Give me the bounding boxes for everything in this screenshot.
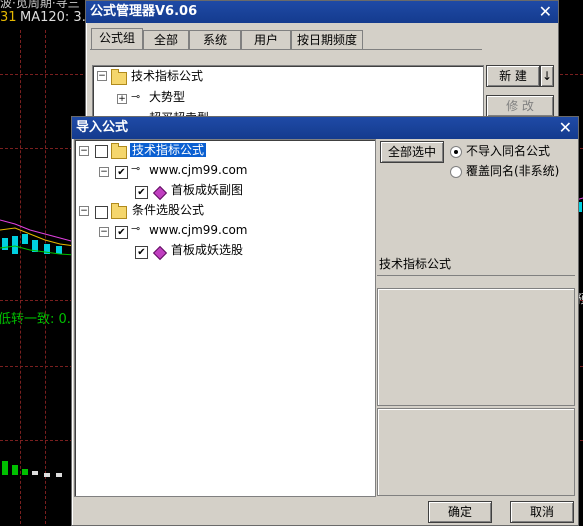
formula-manager-title: 公式管理器V6.06 (90, 4, 198, 19)
expand-toggle[interactable]: − (79, 146, 89, 156)
import-dialog-titlebar: 导入公式 ✕ (72, 117, 578, 139)
formula-manager-titlebar: 公式管理器V6.06 ✕ (86, 1, 558, 23)
indicator-label: 低转一致: 0.0 (0, 312, 80, 327)
import-formula-tree: − 技术指标公式 − ✔ ⊸ www.cjm99.com ✔ 首板成妖副图 − … (74, 139, 376, 497)
tab-all[interactable]: 全部 (143, 30, 189, 49)
volume-bars (2, 461, 62, 477)
cancel-button[interactable]: 取消 (510, 501, 574, 523)
chart-value-prefix: 31 (0, 10, 17, 25)
tree-item-first-board-screening[interactable]: 首板成妖选股 (171, 241, 243, 259)
expand-toggle[interactable]: − (99, 227, 109, 237)
tree-item-technical-indicators[interactable]: 技术指标公式 (130, 141, 207, 159)
description-panel (377, 288, 575, 406)
checkbox-technical-indicators[interactable] (95, 145, 108, 158)
expand-toggle[interactable]: − (99, 167, 109, 177)
tab-by-date-frequency[interactable]: 按日期频度 (291, 30, 363, 49)
tree-item-first-board-subchart[interactable]: 首板成妖副图 (171, 181, 243, 199)
tree-item-label: 技术指标公式 (130, 143, 207, 157)
checkbox-first-board-screening[interactable]: ✔ (135, 246, 148, 259)
price-candles (0, 219, 75, 256)
checkbox-first-board-subchart[interactable]: ✔ (135, 186, 148, 199)
folder-icon (111, 69, 127, 85)
radio-skip-duplicates[interactable] (450, 146, 462, 158)
tree-item-stock-screening[interactable]: 条件选股公式 (132, 201, 204, 219)
ma120-label: MA120: 3.9 (20, 10, 95, 25)
tab-system[interactable]: 系统 (189, 30, 241, 49)
radio-overwrite-duplicates-label[interactable]: 覆盖同名(非系统) (466, 162, 559, 180)
expand-toggle[interactable]: − (97, 71, 107, 81)
preview-panel (377, 408, 575, 496)
tree-item-cjm99-indicator[interactable]: www.cjm99.com (149, 161, 248, 179)
modify-button[interactable]: 修 改 (486, 95, 554, 117)
tree-item-cjm99-screening[interactable]: www.cjm99.com (149, 221, 248, 239)
new-dropdown-arrow-icon[interactable]: ↓ (540, 65, 554, 87)
key-icon: ⊸ (131, 162, 141, 175)
radio-overwrite-duplicates[interactable] (450, 166, 462, 178)
formula-manager-close-icon[interactable]: ✕ (539, 1, 552, 23)
new-button[interactable]: 新 建 (486, 65, 540, 87)
checkbox-stock-screening[interactable] (95, 206, 108, 219)
formula-manager-window: 公式管理器V6.06 ✕ 公式组 全部 系统 用户 按日期频度 − 技术指标公式… (85, 0, 559, 132)
checkbox-cjm99-indicator[interactable]: ✔ (115, 166, 128, 179)
folder-icon (111, 143, 127, 159)
tree-item-trend[interactable]: 大势型 (149, 88, 185, 106)
ok-button[interactable]: 确定 (428, 501, 492, 523)
formula-diamond-icon (152, 245, 168, 261)
description-label: 技术指标公式 (379, 257, 452, 271)
formula-diamond-icon (152, 185, 168, 201)
tree-item-technical-indicators[interactable]: 技术指标公式 (131, 67, 203, 85)
divider (377, 275, 575, 276)
expand-toggle[interactable]: − (79, 206, 89, 216)
folder-icon (111, 203, 127, 219)
radio-skip-duplicates-label[interactable]: 不导入同名公式 (466, 142, 550, 160)
checkbox-cjm99-screening[interactable]: ✔ (115, 226, 128, 239)
select-all-button[interactable]: 全部选中 (380, 141, 444, 163)
expand-toggle[interactable]: + (117, 94, 127, 104)
formula-manager-tabs: 公式组 全部 系统 用户 按日期频度 (91, 28, 486, 50)
key-icon: ⊸ (131, 90, 141, 103)
import-dialog-close-icon[interactable]: ✕ (559, 117, 572, 139)
tab-user[interactable]: 用户 (241, 30, 291, 49)
import-formula-dialog: 导入公式 ✕ − 技术指标公式 − ✔ ⊸ www.cjm99.com ✔ 首板… (71, 116, 579, 526)
key-icon: ⊸ (131, 222, 141, 235)
import-dialog-title: 导入公式 (76, 120, 129, 135)
tab-formula-group[interactable]: 公式组 (91, 28, 143, 49)
